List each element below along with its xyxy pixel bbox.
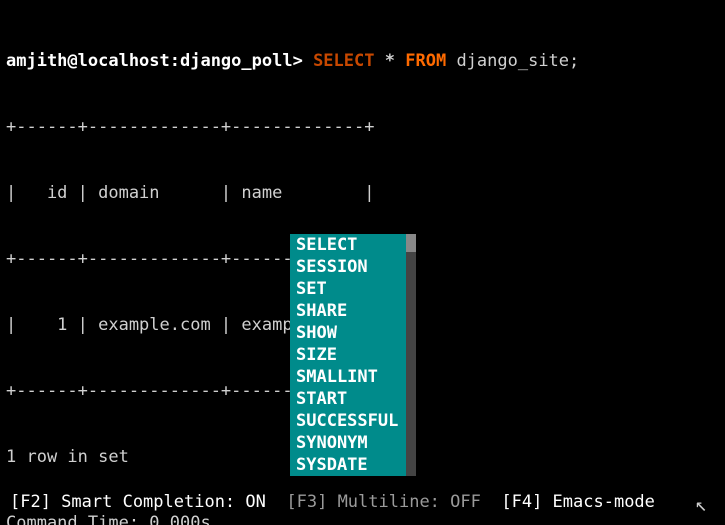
status-f3-state: OFF bbox=[450, 492, 481, 512]
autocomplete-item[interactable]: SELECT bbox=[294, 234, 400, 256]
autocomplete-popup[interactable]: SELECTSESSIONSETSHARESHOWSIZESMALLINTSTA… bbox=[290, 234, 416, 476]
autocomplete-item[interactable]: SHOW bbox=[294, 322, 400, 344]
autocomplete-item[interactable]: SET bbox=[294, 278, 400, 300]
prompt: amjith@localhost:django_poll> bbox=[6, 51, 303, 71]
autocomplete-item[interactable]: SESSION bbox=[294, 256, 400, 278]
query-target: django_site; bbox=[456, 51, 579, 71]
status-f3-label: [F3] Multiline: bbox=[286, 492, 440, 512]
autocomplete-scroll-thumb[interactable] bbox=[406, 234, 416, 252]
command-time: Command Time: 0.000s bbox=[6, 512, 719, 525]
autocomplete-item[interactable]: SYNONYM bbox=[294, 432, 400, 454]
cursor-icon: ↖ bbox=[695, 493, 707, 515]
table-border: +------+-------------+-------------+ bbox=[6, 116, 719, 138]
status-f2-state: ON bbox=[245, 492, 265, 512]
autocomplete-list[interactable]: SELECTSESSIONSETSHARESHOWSIZESMALLINTSTA… bbox=[290, 234, 406, 476]
autocomplete-item[interactable]: START bbox=[294, 388, 400, 410]
kw-from: FROM bbox=[405, 51, 446, 71]
status-f4-label: [F4] Emacs-mode bbox=[501, 492, 655, 512]
autocomplete-item[interactable]: SUCCESSFUL bbox=[294, 410, 400, 432]
autocomplete-item[interactable]: SHARE bbox=[294, 300, 400, 322]
autocomplete-scrollbar[interactable] bbox=[406, 234, 416, 476]
autocomplete-item[interactable]: SYSDATE bbox=[294, 454, 400, 476]
autocomplete-item[interactable]: SMALLINT bbox=[294, 366, 400, 388]
status-bar: [F2] Smart Completion: ON [F3] Multiline… bbox=[0, 491, 655, 513]
kw-star: * bbox=[385, 51, 395, 71]
kw-select: SELECT bbox=[313, 51, 374, 71]
autocomplete-item[interactable]: SIZE bbox=[294, 344, 400, 366]
table-header: | id | domain | name | bbox=[6, 182, 719, 204]
query-line: amjith@localhost:django_poll> SELECT * F… bbox=[6, 50, 719, 72]
status-f2-label: [F2] Smart Completion: bbox=[10, 492, 235, 512]
